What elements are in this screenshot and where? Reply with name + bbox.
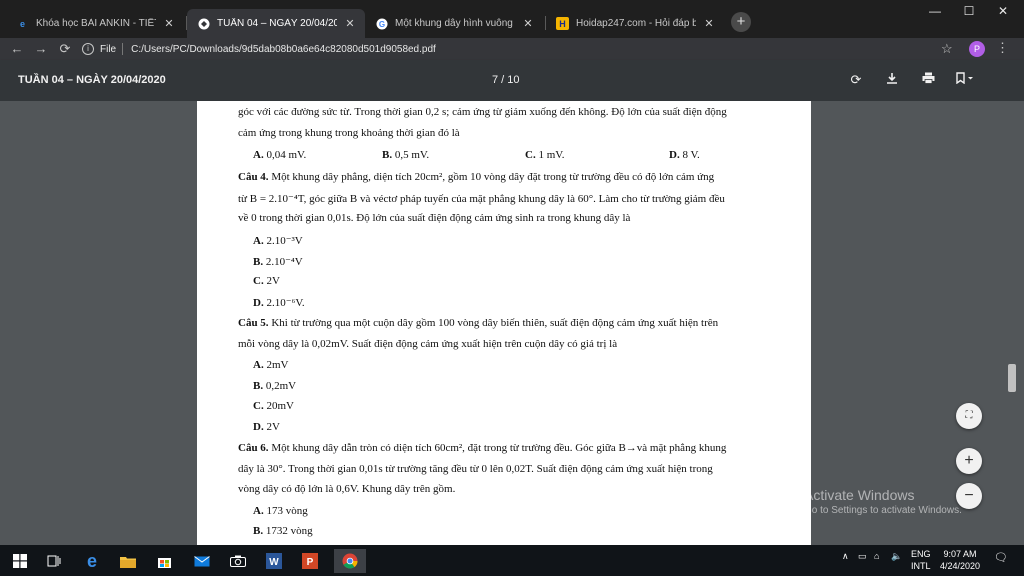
choice-c: C. 20mV [253,400,294,412]
question-5-line: Câu 5. Khi từ trường qua một cuộn dây gồ… [238,317,719,329]
page-indicator[interactable]: 7 / 10 [492,74,520,86]
choice-d: D. 8 V. [669,149,700,161]
minimize-button[interactable]: — [918,0,952,22]
maximize-button[interactable]: ☐ [952,0,986,22]
activate-windows-watermark: Activate Windows Go to Settings to activ… [804,487,962,516]
bookmark-menu-icon[interactable] [956,71,974,89]
hoidap-h-icon: H [556,17,569,30]
clock-date: 4/24/2020 [940,561,981,571]
tab-label: Một khung dây hình vuông có c [395,18,515,29]
choice-a: A. 2mV [253,359,289,371]
chrome-pdf-icon [197,17,210,30]
taskbar: e W P ∧ ▭ ⌂ 🔈 ENG INTL 9:07 AM 4/24/2020… [0,545,1024,576]
tab-khoa-hoc[interactable]: e Khóa học BÀI ANKIN - TIẾT 1 - K ✕ [6,9,184,38]
fit-to-page-button[interactable]: ⛶ [956,403,982,429]
rotate-icon[interactable]: ⟳ [847,71,865,89]
choice-a: A. 2.10⁻³V [253,235,303,247]
choice-b: B. 2.10⁻⁴V [253,256,303,268]
close-window-button[interactable]: ✕ [986,0,1020,22]
choice-b: B. 0,5 mV. [382,149,430,161]
edge-e-icon: e [19,18,25,29]
svg-text:G: G [378,20,384,29]
volume-icon[interactable]: 🔈 [891,551,902,562]
close-icon[interactable]: ✕ [343,17,357,30]
scrollbar-track[interactable] [1006,101,1024,545]
browser-toolbar: ← → ⟳ i File C:/Users/PC/Downloads/9d5da… [0,38,1024,60]
pdf-title: TUẦN 04 – NGÀY 20/04/2020 [18,74,166,86]
text-line: dây là 30°. Trong thời gian 0,01s từ trư… [238,463,713,475]
text-line: về 0 trong thời gian 0,01s. Độ lớn của s… [238,212,631,224]
profile-avatar[interactable]: P [969,41,985,57]
info-icon[interactable]: i [82,43,94,55]
text-line: góc với các đường sức từ. Trong thời gia… [238,106,727,118]
forward-button[interactable]: → [32,40,50,58]
address-bar[interactable]: i File C:/Users/PC/Downloads/9d5dab08b0a… [82,39,962,59]
choice-c: C. 2V [253,275,280,287]
bookmark-star-icon[interactable]: ☆ [941,41,953,57]
pdf-page: góc với các đường sức từ. Trong thời gia… [197,101,811,545]
notification-icon[interactable]: 🗨 [994,551,1008,564]
choice-a: A. 0,04 mV. [253,149,307,161]
store-icon[interactable] [152,549,176,573]
tab-google-search[interactable]: G Một khung dây hình vuông có c ✕ [365,9,543,38]
text-line: vòng dây có độ lớn là 0,6V. Khung dây tr… [238,483,456,495]
language-top: ENG [911,549,931,559]
scrollbar-thumb[interactable] [1008,364,1016,392]
word-icon[interactable]: W [262,549,286,573]
camera-icon[interactable] [226,549,250,573]
address-url: C:/Users/PC/Downloads/9d5dab08b0a6e64c82… [131,43,436,55]
download-icon[interactable] [883,71,901,89]
tab-pdf-active[interactable]: TUẦN 04 – NGÀY 20/04/2020 ✕ [187,9,365,38]
close-icon[interactable]: ✕ [521,17,535,30]
address-separator [122,43,124,55]
mail-icon[interactable] [190,549,214,573]
choice-b: B. 1732 vòng [253,525,313,537]
network-icon[interactable]: ⌂ [874,551,879,561]
chrome-icon[interactable] [334,549,366,573]
close-icon[interactable]: ✕ [702,17,716,30]
edge-icon[interactable]: e [80,549,104,573]
svg-text:P: P [307,557,314,568]
address-scheme: File [100,43,117,55]
new-tab-button[interactable]: + [731,12,751,32]
task-view-icon[interactable] [42,549,66,573]
file-explorer-icon[interactable] [116,549,140,573]
tab-label: TUẦN 04 – NGÀY 20/04/2020 [217,18,337,29]
clock[interactable]: 9:07 AM 4/24/2020 [940,548,980,572]
language-bottom: INTL [911,561,931,571]
tab-strip: e Khóa học BÀI ANKIN - TIẾT 1 - K ✕ TUẦN… [0,0,1024,38]
tab-label: Khóa học BÀI ANKIN - TIẾT 1 - K [36,18,156,29]
google-g-icon: G [375,17,388,30]
language-indicator[interactable]: ENG INTL [911,548,931,572]
browser-menu-icon[interactable]: ⋮ [996,40,1009,56]
watermark-title: Activate Windows [804,487,915,503]
windows-start-icon[interactable] [8,549,32,573]
text-line: mỗi vòng dây là 0,02mV. Suất điện động c… [238,338,618,350]
watermark-subtitle: Go to Settings to activate Windows. [804,505,962,516]
text-line: cảm ứng trong khung trong khoảng thời gi… [238,127,460,139]
choice-d: D. 2.10⁻⁶V. [253,297,305,309]
choice-a: A. 173 vòng [253,505,308,517]
tray-chevron-icon[interactable]: ∧ [842,551,849,562]
choice-d: D. 2V [253,421,280,433]
clock-time: 9:07 AM [943,549,977,559]
text-line: từ B = 2.10⁻⁴T, góc giữa B và véctơ pháp… [238,193,725,205]
question-6-line: Câu 6. Một khung dây dẫn tròn có diện tí… [238,442,727,454]
back-button[interactable]: ← [8,40,26,58]
pdf-toolbar: TUẦN 04 – NGÀY 20/04/2020 7 / 10 ⟳ [0,60,1024,101]
pdf-viewer[interactable]: góc với các đường sức từ. Trong thời gia… [0,101,1006,545]
question-4-line: Câu 4. Một khung dây phẳng, diện tích 20… [238,171,715,183]
battery-icon[interactable]: ▭ [858,551,867,562]
svg-text:W: W [269,557,279,568]
zoom-in-button[interactable]: + [956,448,982,474]
tab-label: Hoidap247.com - Hỏi đáp bài tậ [576,18,696,29]
tab-hoidap247[interactable]: H Hoidap247.com - Hỏi đáp bài tậ ✕ [546,9,724,38]
close-icon[interactable]: ✕ [162,17,176,30]
powerpoint-icon[interactable]: P [298,549,322,573]
reload-button[interactable]: ⟳ [56,40,74,58]
choice-c: C. 1 mV. [525,149,565,161]
print-icon[interactable] [919,71,937,89]
choice-b: B. 0,2mV [253,380,297,392]
